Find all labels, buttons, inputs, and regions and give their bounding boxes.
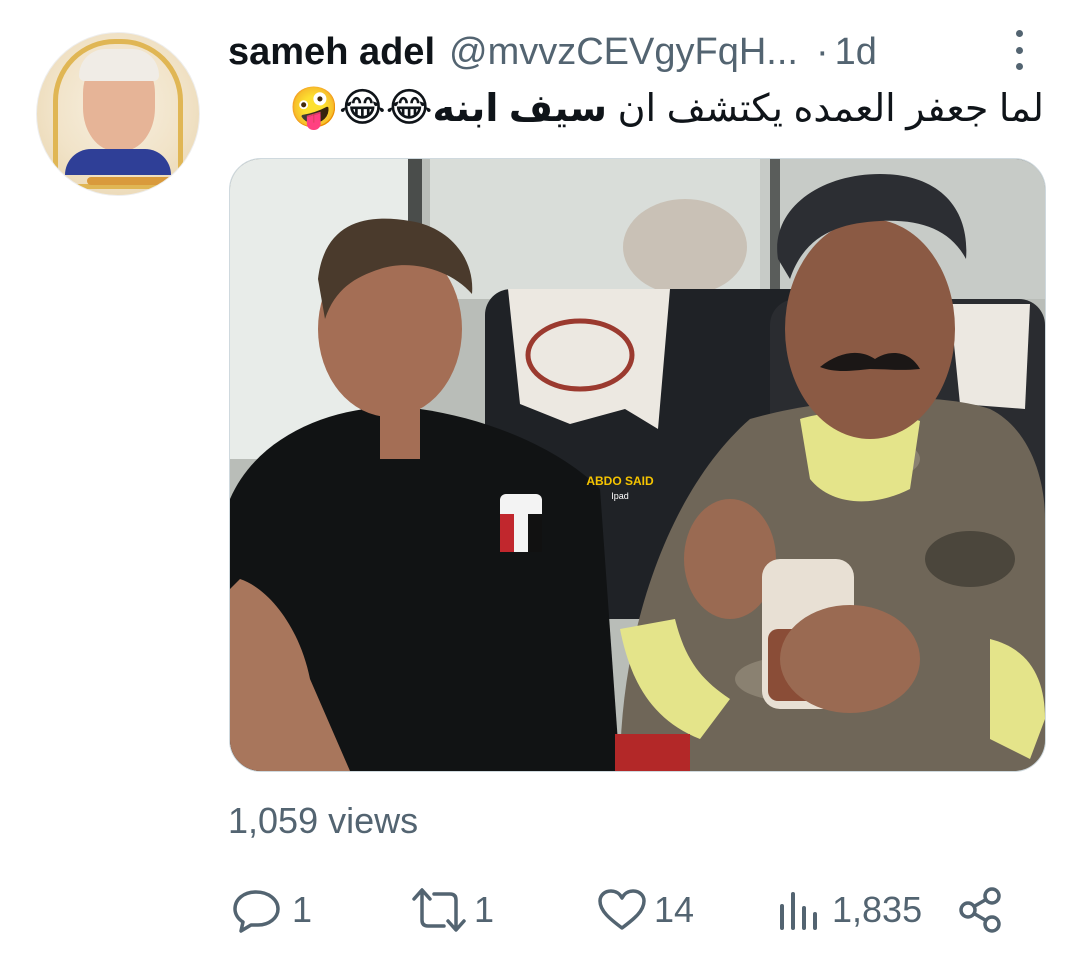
video-watermark-line1: ABDO SAID xyxy=(586,474,654,488)
reply-bubble-icon xyxy=(233,890,280,933)
tweet-header: sameh adel @mvvzCEVgyFqH... · 1d xyxy=(228,28,1048,76)
tweet-text-bold: سيف ابنه xyxy=(432,88,608,130)
reply-count: 1 xyxy=(292,889,313,930)
views-count: 1,059 views xyxy=(228,800,419,841)
author-handle[interactable]: @mvvzCEVgyFqH... xyxy=(449,31,798,74)
tweet-emojis: 😂😂🤪 xyxy=(289,86,433,130)
header-separator: · xyxy=(815,30,829,73)
analytics-button[interactable]: 1,835 xyxy=(776,878,922,942)
analytics-count: 1,835 xyxy=(832,889,923,930)
avatar-mosque-illustration xyxy=(65,149,171,175)
avatar-hair xyxy=(79,49,159,81)
video-frame: ABDO SAID Ipad xyxy=(230,159,1045,771)
retweet-icon xyxy=(412,888,466,932)
tweet-timestamp[interactable]: 1d xyxy=(835,31,877,74)
retweet-count: 1 xyxy=(474,889,495,930)
tweet-text-plain: لما جعفر العمده يكتشف ان xyxy=(607,88,1044,130)
like-button[interactable]: 14 xyxy=(596,878,694,942)
bar-chart-icon xyxy=(780,892,817,930)
more-vertical-icon[interactable] xyxy=(1004,30,1034,70)
heart-icon xyxy=(598,889,646,930)
retweet-button[interactable]: 1 xyxy=(410,878,494,942)
tweet-text: لما جعفر العمده يكتشف ان سيف ابنه😂😂🤪 xyxy=(254,82,1044,134)
author-name[interactable]: sameh adel xyxy=(228,31,435,74)
share-button[interactable] xyxy=(958,878,1004,942)
avatar-script-decoration xyxy=(87,177,173,185)
reply-button[interactable]: 1 xyxy=(232,878,312,942)
author-avatar[interactable] xyxy=(36,32,200,196)
share-icon xyxy=(959,887,1001,933)
video-watermark-line2: Ipad xyxy=(611,491,629,501)
like-count: 14 xyxy=(654,889,695,930)
tweet-action-bar: 1 1 14 1,835 xyxy=(228,878,1018,942)
tweet-video[interactable]: ABDO SAID Ipad xyxy=(229,158,1046,772)
